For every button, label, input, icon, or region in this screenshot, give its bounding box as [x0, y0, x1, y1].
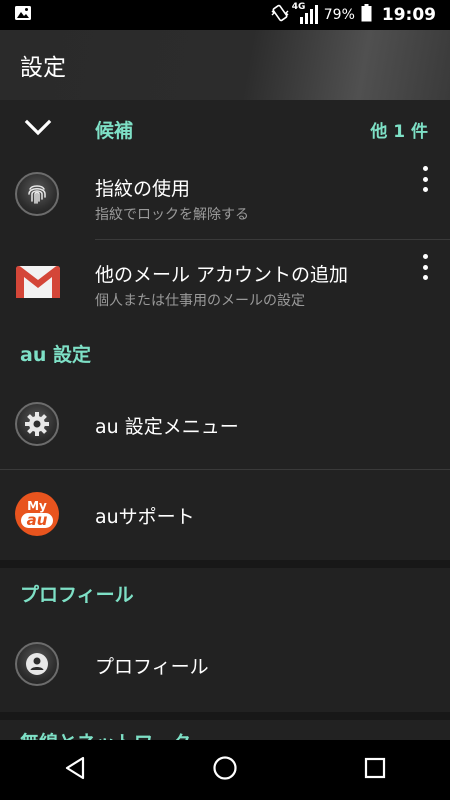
status-bar: 4G 79% 19:09: [0, 0, 450, 30]
settings-item-profile[interactable]: プロフィール: [0, 620, 450, 710]
section-title-network: 無線とネットワーク: [20, 728, 191, 740]
recents-square-icon: [364, 757, 386, 783]
settings-item-label: auサポート: [95, 506, 195, 528]
more-options-icon[interactable]: [418, 254, 432, 280]
app-bar: 設定: [0, 30, 450, 100]
gear-icon: [15, 402, 59, 446]
page-title: 設定: [20, 55, 66, 81]
suggestion-item-add-email[interactable]: 他のメール アカウントの追加 個人または仕事用のメールの設定: [0, 240, 450, 330]
suggestions-count: 他 1 件: [370, 122, 428, 142]
back-button[interactable]: [45, 745, 105, 795]
battery-percent: 79%: [323, 7, 355, 23]
section-divider: [0, 712, 450, 720]
suggestion-title: 指紋の使用: [95, 178, 191, 200]
suggestions-header[interactable]: 候補 他 1 件: [0, 100, 450, 156]
image-notification-icon: [14, 4, 32, 26]
settings-list[interactable]: 候補 他 1 件 指紋の使用 指紋でロックを解除する 他のメール アカウントの追…: [0, 100, 450, 740]
home-circle-icon: [212, 755, 238, 785]
suggestion-title: 他のメール アカウントの追加: [95, 264, 349, 286]
suggestions-label: 候補: [95, 120, 134, 142]
suggestion-subtitle: 指紋でロックを解除する: [95, 207, 249, 223]
more-options-icon[interactable]: [418, 166, 432, 192]
gmail-icon: [15, 264, 61, 300]
back-triangle-icon: [64, 756, 86, 784]
section-title-au: au 設定: [20, 344, 91, 366]
settings-item-label: au 設定メニュー: [95, 416, 239, 438]
network-type-label: 4G: [291, 2, 306, 12]
battery-icon: [361, 4, 372, 26]
settings-item-au-support[interactable]: My au auサポート: [0, 470, 450, 560]
settings-item-label: プロフィール: [95, 656, 209, 678]
my-au-icon: My au: [15, 492, 59, 536]
home-button[interactable]: [195, 745, 255, 795]
person-icon: [15, 642, 59, 686]
suggestion-subtitle: 個人または仕事用のメールの設定: [95, 293, 305, 309]
signal-icon: 4G: [292, 2, 318, 25]
recents-button[interactable]: [345, 745, 405, 795]
fingerprint-icon: [15, 172, 59, 216]
navigation-bar: [0, 740, 450, 800]
section-divider: [0, 560, 450, 568]
section-title-profile: プロフィール: [20, 584, 134, 606]
clock: 19:09: [381, 5, 436, 25]
vibrate-icon: [270, 3, 290, 27]
chevron-down-icon[interactable]: [24, 116, 52, 140]
my-au-icon-text-bottom: au: [20, 513, 54, 528]
suggestion-item-fingerprint[interactable]: 指紋の使用 指紋でロックを解除する: [0, 156, 450, 240]
settings-item-au-menu[interactable]: au 設定メニュー: [0, 380, 450, 469]
